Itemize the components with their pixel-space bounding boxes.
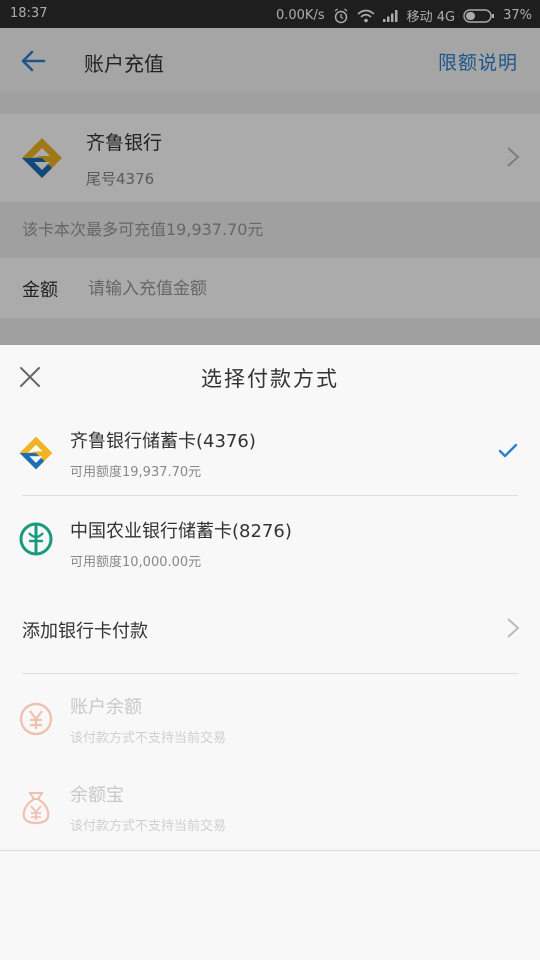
option-unsupported: 该付款方式不支持当前交易 bbox=[70, 819, 227, 834]
option-name: 余额宝 bbox=[70, 785, 124, 806]
payment-option-qilu[interactable]: 齐鲁银行储蓄卡(4376) 可用额度19,937.70元 bbox=[0, 415, 540, 495]
checkmark-icon bbox=[498, 443, 518, 458]
payment-option-balance: 账户余额 该付款方式不支持当前交易 bbox=[0, 685, 540, 765]
option-name: 账户余额 bbox=[70, 697, 142, 718]
add-bank-card-button[interactable]: 添加银行卡付款 bbox=[22, 617, 148, 643]
chevron-right-icon bbox=[507, 618, 520, 638]
option-available: 可用额度19,937.70元 bbox=[70, 465, 202, 480]
option-name: 齐鲁银行储蓄卡(4376) bbox=[70, 431, 256, 452]
option-unsupported: 该付款方式不支持当前交易 bbox=[70, 731, 227, 746]
payment-option-yuebao: 余额宝 该付款方式不支持当前交易 bbox=[0, 773, 540, 853]
money-bag-icon bbox=[22, 792, 50, 825]
modal-backdrop[interactable] bbox=[0, 0, 540, 345]
option-available: 可用额度10,000.00元 bbox=[70, 555, 202, 570]
yuan-coin-icon bbox=[19, 702, 53, 736]
abc-bank-logo-icon bbox=[19, 522, 53, 556]
divider bbox=[22, 495, 518, 496]
sheet-title: 选择付款方式 bbox=[201, 367, 339, 391]
divider bbox=[22, 673, 518, 674]
payment-method-sheet: 选择付款方式 齐鲁银行储蓄卡(4376) 可用额度19,937.70元 中国农业… bbox=[0, 345, 540, 960]
payment-option-abc[interactable]: 中国农业银行储蓄卡(8276) 可用额度10,000.00元 bbox=[0, 503, 540, 583]
qilu-bank-logo-icon bbox=[19, 436, 53, 470]
option-name: 中国农业银行储蓄卡(8276) bbox=[70, 521, 292, 542]
divider bbox=[0, 850, 540, 851]
